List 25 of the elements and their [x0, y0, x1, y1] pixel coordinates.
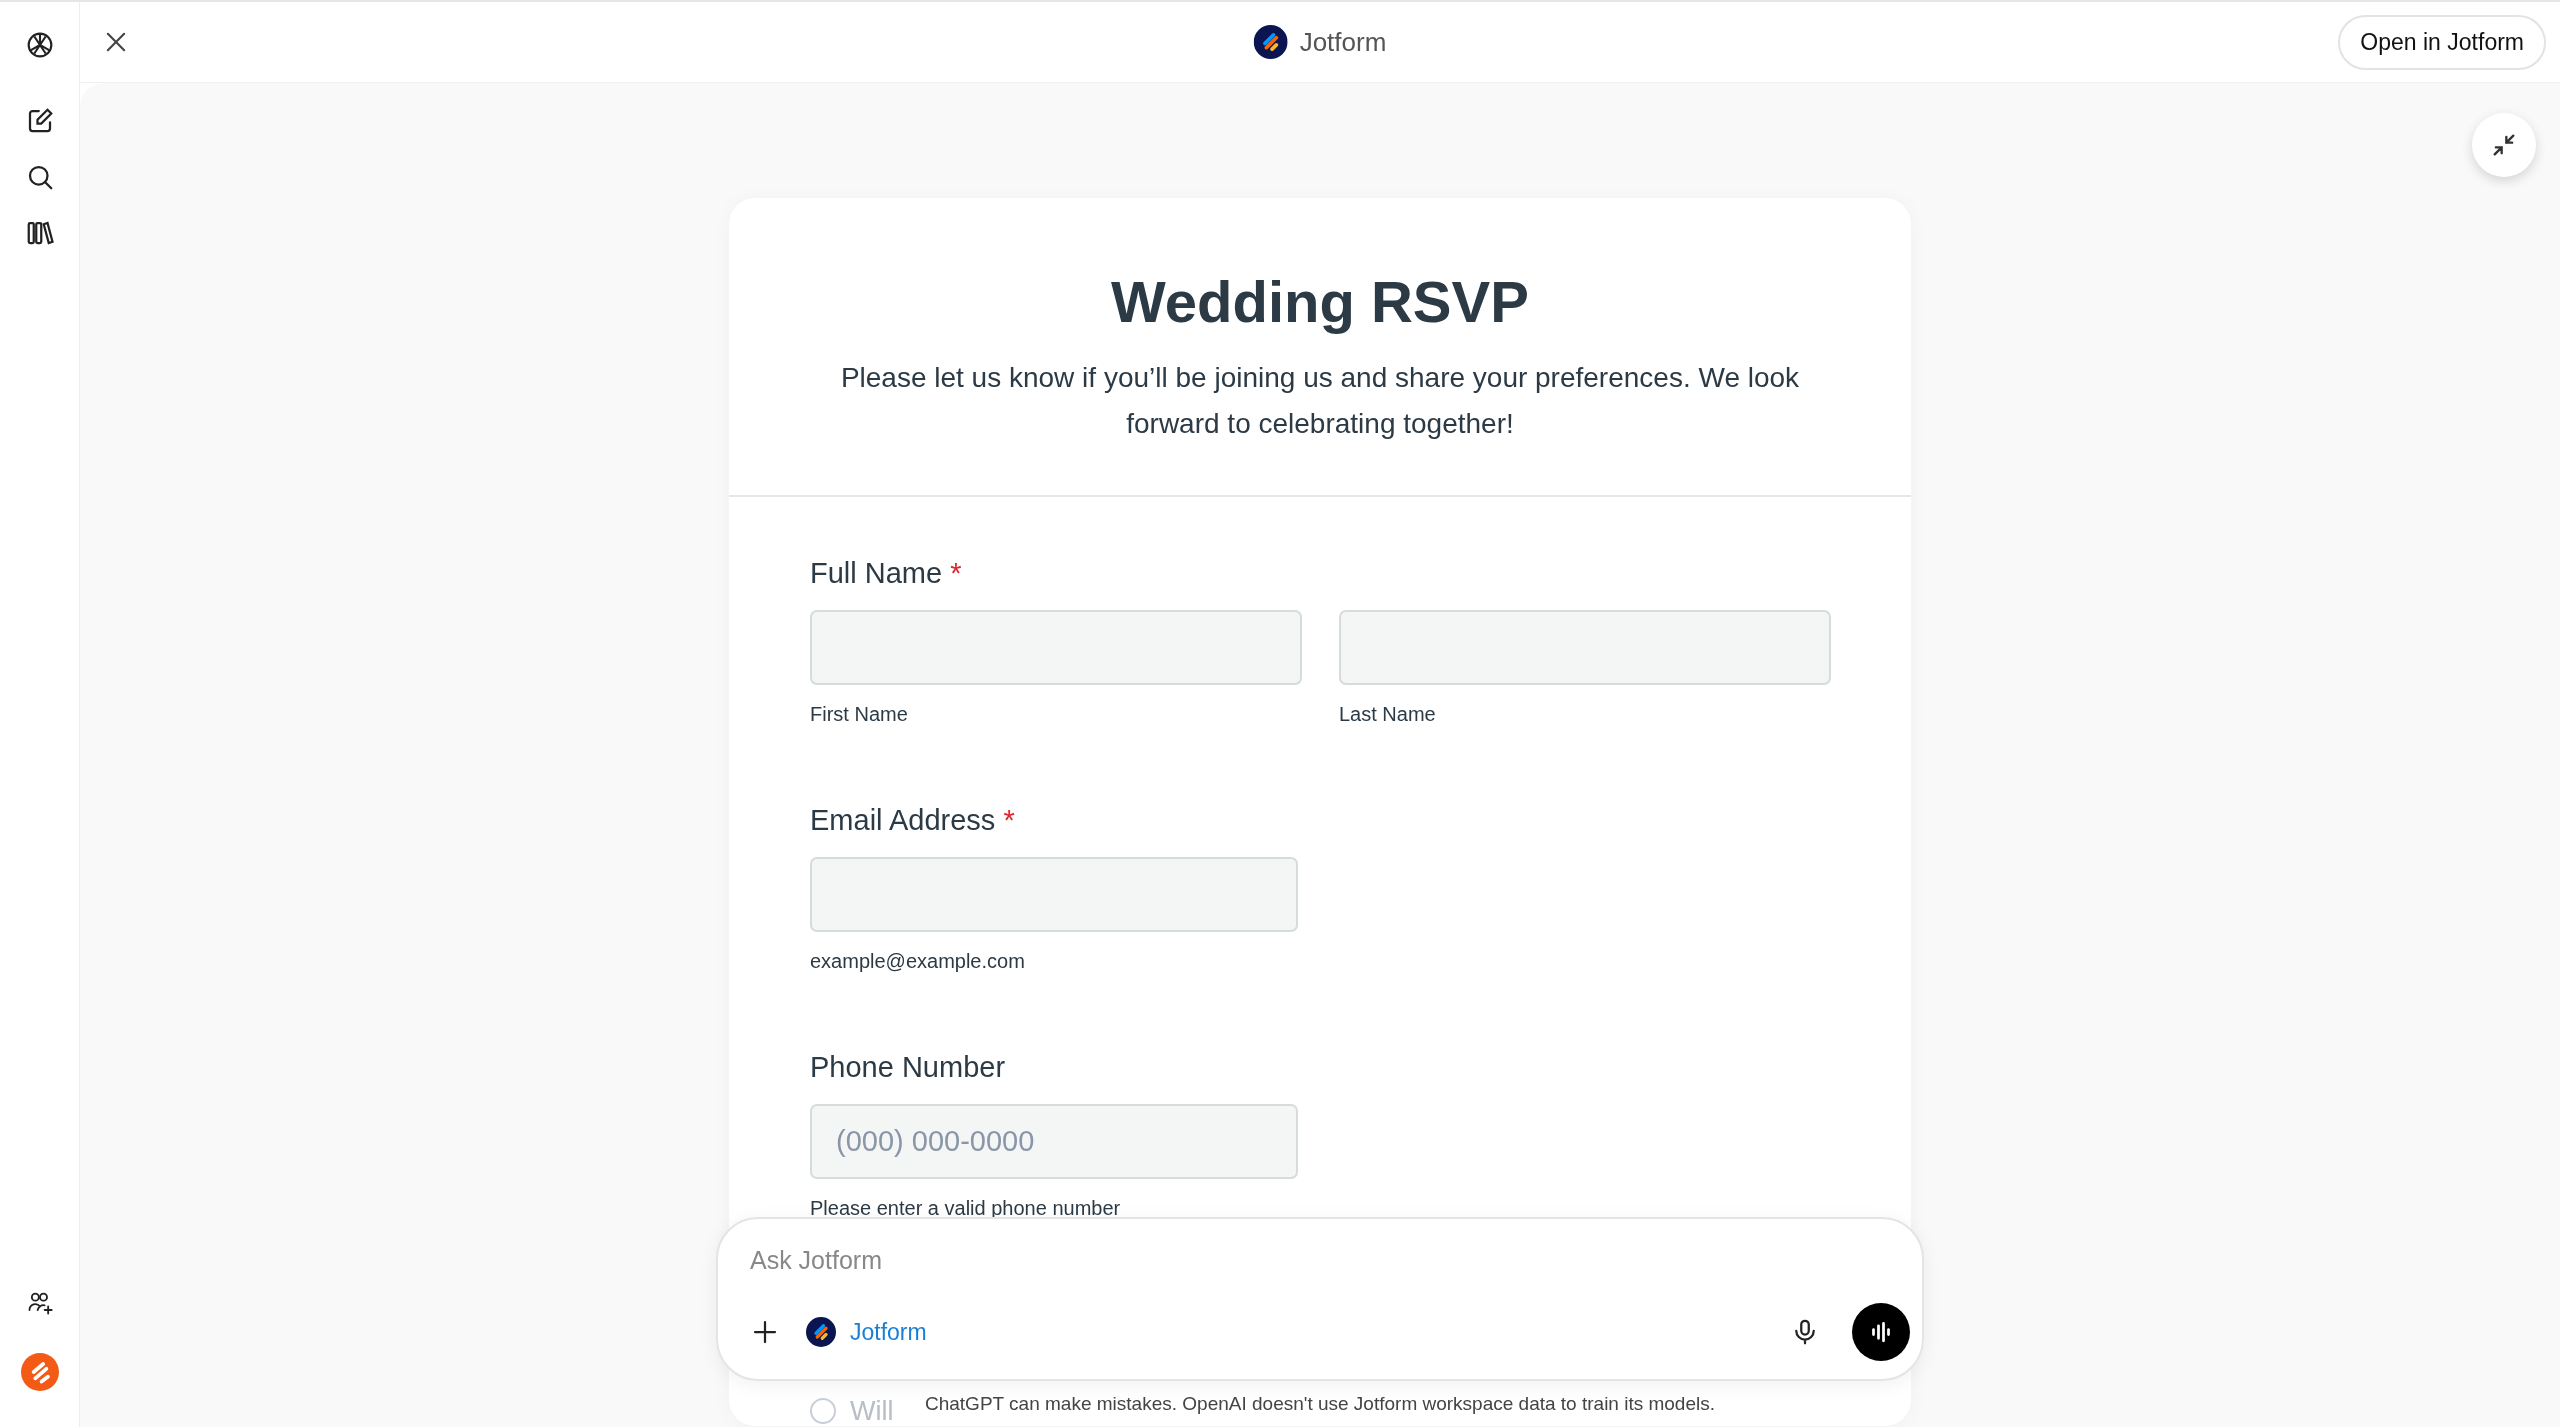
input-field[interactable]: [810, 857, 1298, 932]
collapse-button[interactable]: [2472, 113, 2536, 177]
field-sublabel: example@example.com: [810, 950, 1026, 973]
app-avatar-icon[interactable]: [20, 1353, 59, 1391]
field-sublabel: First Name: [810, 703, 909, 726]
form-description: Please let us know if you’ll be joining us and share your preferences. We look forward to celebrating together!: [839, 361, 1801, 441]
radio-label: Will: [850, 1396, 894, 1426]
jotform-logo-icon: [1253, 25, 1288, 59]
voice-button[interactable]: [1852, 1303, 1910, 1361]
message-field[interactable]: Ask Jotform: [750, 1243, 1910, 1277]
form-title: Wedding RSVP: [1110, 268, 1530, 335]
field-label: Full Name *: [810, 557, 963, 590]
disclaimer: ChatGPT can make mistakes. OpenAI doesn't use Jotform workspace data to train its models.: [925, 1393, 1715, 1415]
open-in-app-button[interactable]: Open in Jotform: [2338, 14, 2546, 70]
radio-button[interactable]: [810, 1398, 836, 1424]
tool-chip[interactable]: Jotform: [850, 1318, 927, 1346]
field-label: Email Address *: [810, 804, 1016, 837]
jotform-logo-icon: [806, 1317, 836, 1347]
app-title: Jotform: [1299, 26, 1387, 58]
field-sublabel: Last Name: [1339, 703, 1437, 726]
input-field[interactable]: [1339, 610, 1831, 685]
field-label: Phone Number: [810, 1051, 1007, 1084]
input-field[interactable]: (000) 000-0000: [810, 1104, 1298, 1179]
field-sublabel: Please enter a valid phone number: [810, 1197, 1122, 1220]
input-field[interactable]: [810, 610, 1302, 685]
